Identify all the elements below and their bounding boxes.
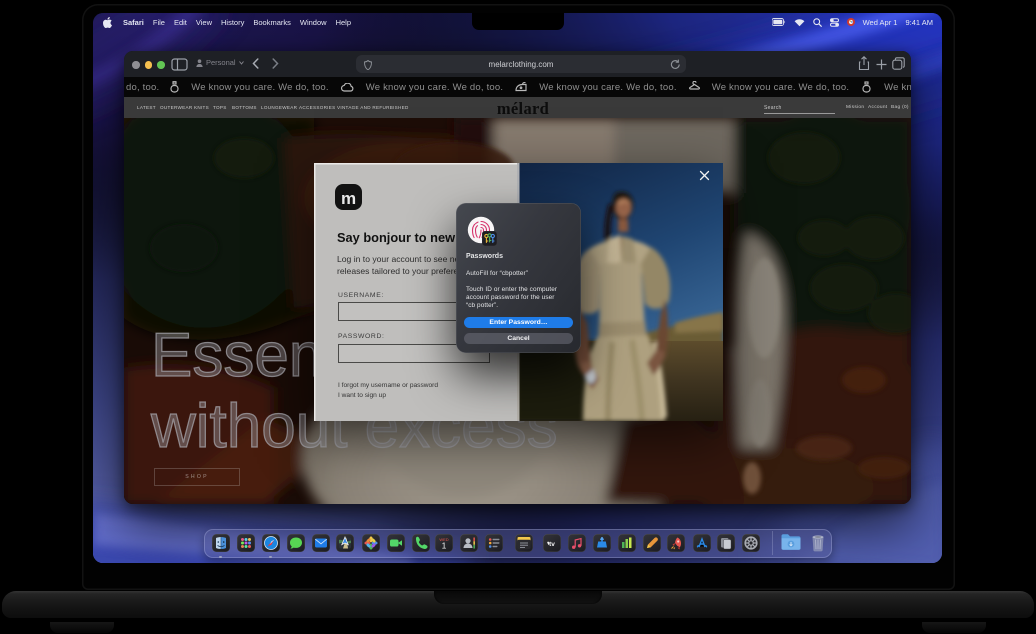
svg-text:tv: tv	[549, 541, 555, 548]
svg-text:1: 1	[442, 541, 447, 551]
